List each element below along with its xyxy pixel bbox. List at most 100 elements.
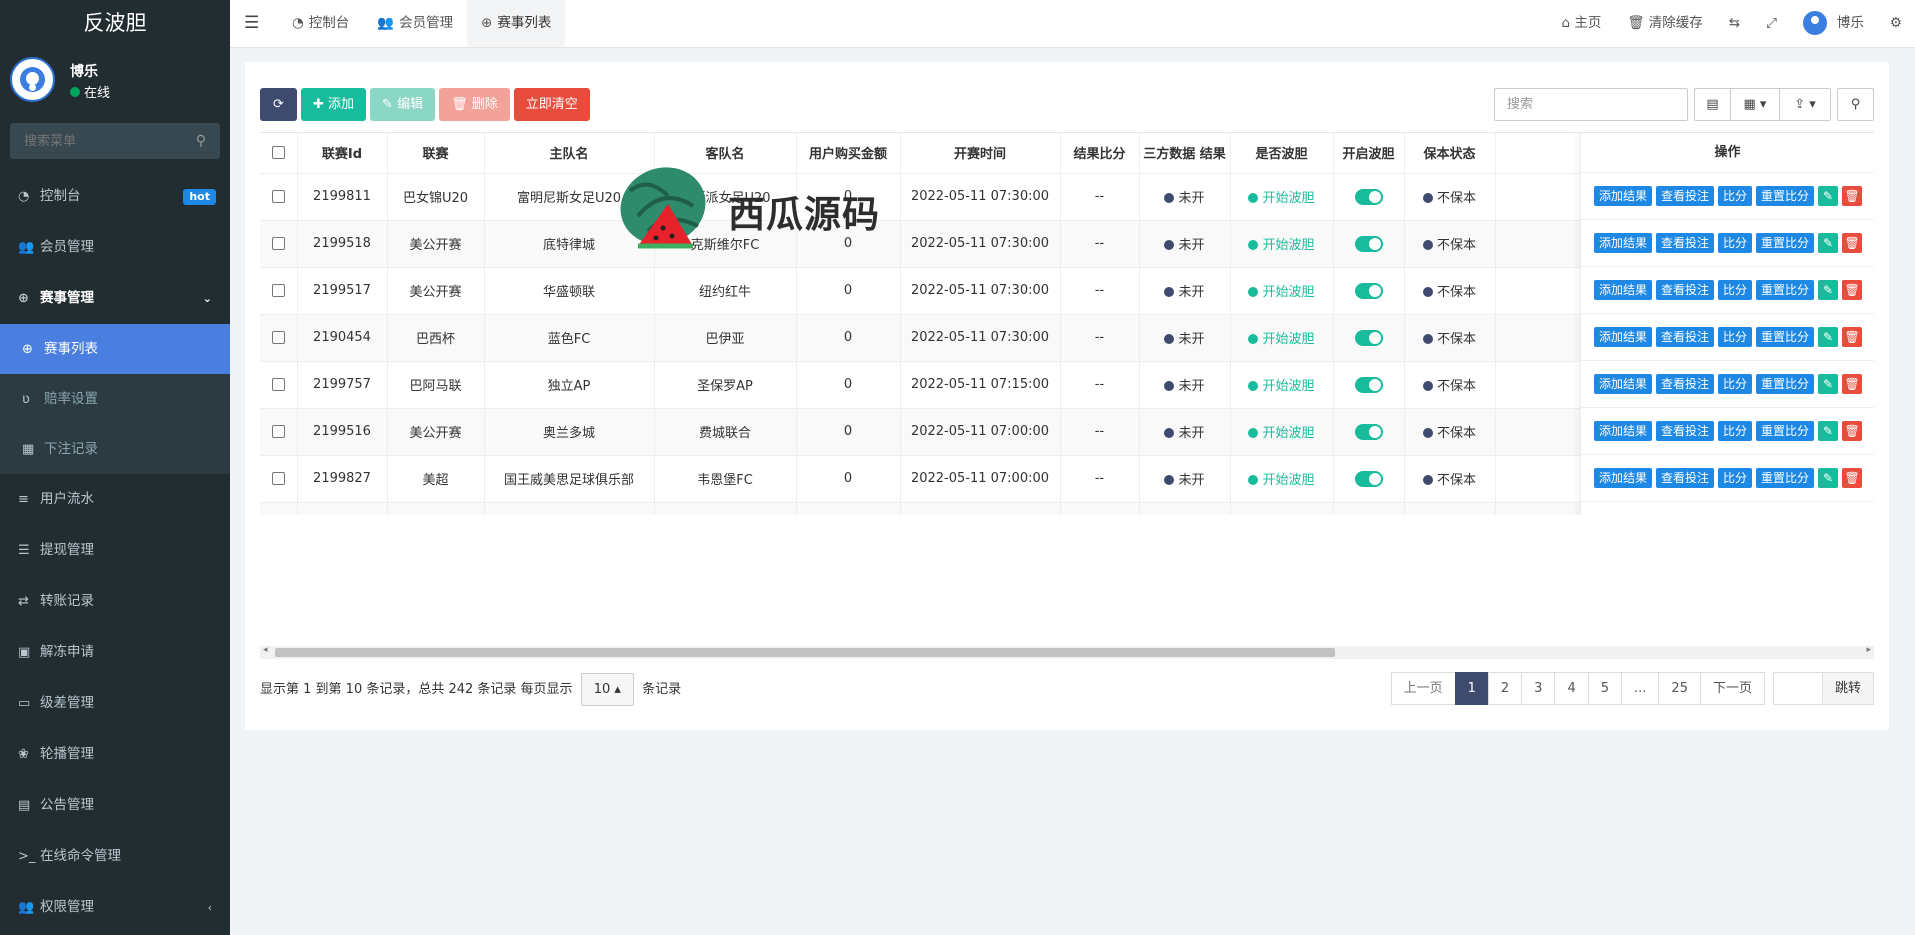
- sidebar-item-10[interactable]: ▭ 级差管理: [0, 678, 230, 729]
- sidebar-item-5[interactable]: ▦ 下注记录: [0, 424, 230, 474]
- edit-row-button[interactable]: ✎: [1818, 327, 1839, 347]
- sidebar-search-input[interactable]: [10, 123, 220, 159]
- op-button-0[interactable]: 添加结果: [1594, 233, 1653, 253]
- op-button-3[interactable]: 重置比分: [1756, 421, 1815, 441]
- column-header[interactable]: 用户购买金额: [796, 133, 901, 174]
- sidebar-item-6[interactable]: ≡ 用户流水: [0, 474, 230, 525]
- delete-row-button[interactable]: 🗑: [1842, 468, 1863, 488]
- column-header[interactable]: 客队名: [654, 133, 797, 174]
- op-button-0[interactable]: 添加结果: [1594, 186, 1653, 206]
- toggle-switch[interactable]: [1354, 470, 1383, 487]
- edit-row-button[interactable]: ✎: [1818, 280, 1839, 300]
- add-button[interactable]: ✚ 添加: [301, 88, 367, 121]
- row-checkbox[interactable]: [271, 190, 285, 203]
- sidebar-item-9[interactable]: ▣ 解冻申请: [0, 627, 230, 678]
- toggle-switch[interactable]: [1354, 188, 1383, 205]
- table-search-input[interactable]: 搜索: [1494, 88, 1688, 121]
- select-all-checkbox[interactable]: [271, 146, 285, 160]
- sidebar-item-1[interactable]: 👥 会员管理: [0, 222, 230, 273]
- tab-0[interactable]: ◔ 控制台: [278, 0, 363, 47]
- fullscreen-icon[interactable]: ⤢: [1753, 0, 1790, 47]
- sidebar-item-0[interactable]: ◔ 控制台 hot: [0, 171, 230, 222]
- app-logo[interactable]: 反波胆: [0, 0, 230, 47]
- row-checkbox-cell[interactable]: [260, 267, 298, 315]
- row-checkbox[interactable]: [271, 378, 285, 391]
- op-button-0[interactable]: 添加结果: [1594, 280, 1653, 300]
- scrollbar-thumb[interactable]: [275, 648, 1335, 657]
- tab-1[interactable]: 👥 会员管理: [363, 0, 467, 47]
- refresh-button[interactable]: ⟳: [260, 88, 297, 121]
- row-checkbox[interactable]: [271, 237, 285, 250]
- op-button-1[interactable]: 查看投注: [1656, 421, 1715, 441]
- page-button[interactable]: 3: [1521, 672, 1556, 705]
- edit-row-button[interactable]: ✎: [1818, 233, 1839, 253]
- op-button-2[interactable]: 比分: [1718, 186, 1753, 206]
- row-checkbox-cell[interactable]: [260, 220, 298, 268]
- op-button-1[interactable]: 查看投注: [1656, 233, 1715, 253]
- search-button[interactable]: ⚲: [1837, 88, 1874, 121]
- edit-row-button[interactable]: ✎: [1818, 186, 1839, 206]
- op-button-3[interactable]: 重置比分: [1756, 374, 1815, 394]
- toggle-switch[interactable]: [1354, 329, 1383, 346]
- row-checkbox[interactable]: [271, 472, 285, 485]
- op-button-3[interactable]: 重置比分: [1756, 280, 1815, 300]
- column-header[interactable]: 开启波胆: [1333, 133, 1405, 174]
- row-checkbox-cell[interactable]: [260, 455, 298, 503]
- column-header[interactable]: 联赛: [387, 133, 485, 174]
- toggle-view-button[interactable]: ▤: [1694, 88, 1731, 121]
- columns-button[interactable]: ▦ ▾: [1730, 88, 1780, 121]
- op-button-3[interactable]: 重置比分: [1756, 327, 1815, 347]
- column-header[interactable]: 开赛时间: [900, 133, 1061, 174]
- op-button-2[interactable]: 比分: [1718, 421, 1753, 441]
- sidebar-item-8[interactable]: ⇄ 转账记录: [0, 576, 230, 627]
- sidebar-item-7[interactable]: ☰ 提现管理: [0, 525, 230, 576]
- sidebar-item-12[interactable]: ▤ 公告管理: [0, 780, 230, 831]
- page-size-select[interactable]: 10 ▴: [580, 673, 634, 706]
- sidebar-item-2[interactable]: ⊕ 赛事管理 ⌄: [0, 273, 230, 324]
- delete-row-button[interactable]: 🗑: [1842, 327, 1863, 347]
- row-checkbox[interactable]: [271, 425, 285, 438]
- row-checkbox-cell[interactable]: [260, 408, 298, 456]
- page-button[interactable]: 4: [1554, 672, 1589, 705]
- tab-2[interactable]: ⊕ 赛事列表: [467, 0, 566, 47]
- row-checkbox-cell[interactable]: [260, 502, 298, 515]
- horizontal-scrollbar[interactable]: ◂ ▸: [260, 645, 1874, 659]
- op-button-0[interactable]: 添加结果: [1594, 421, 1653, 441]
- op-button-0[interactable]: 添加结果: [1594, 468, 1653, 488]
- row-checkbox[interactable]: [271, 331, 285, 344]
- export-button[interactable]: ⇪ ▾: [1779, 88, 1831, 121]
- column-header[interactable]: 保本状态: [1404, 133, 1496, 174]
- toggle-switch[interactable]: [1354, 235, 1383, 252]
- column-header[interactable]: 三方数据 结果: [1139, 133, 1231, 174]
- column-header[interactable]: 联赛Id: [297, 133, 388, 174]
- page-button[interactable]: 5: [1587, 672, 1623, 705]
- sidebar-item-3[interactable]: ⊕ 赛事列表: [0, 324, 230, 374]
- page-button[interactable]: ...: [1621, 672, 1660, 705]
- delete-row-button[interactable]: 🗑: [1842, 186, 1863, 206]
- column-header[interactable]: 结果比分: [1060, 133, 1140, 174]
- edit-row-button[interactable]: ✎: [1818, 374, 1839, 394]
- jump-page-input[interactable]: [1772, 672, 1823, 705]
- gears-icon[interactable]: ⚙: [1877, 0, 1915, 47]
- select-all-checkbox-cell[interactable]: [260, 133, 298, 174]
- search-icon[interactable]: ⚲: [196, 133, 206, 149]
- op-button-2[interactable]: 比分: [1718, 233, 1753, 253]
- op-button-1[interactable]: 查看投注: [1656, 327, 1715, 347]
- hamburger-icon[interactable]: ☰: [244, 13, 259, 33]
- delete-row-button[interactable]: 🗑: [1842, 374, 1863, 394]
- edit-row-button[interactable]: ✎: [1818, 421, 1839, 441]
- delete-row-button[interactable]: 🗑: [1842, 280, 1863, 300]
- top-user[interactable]: 博乐: [1790, 0, 1877, 47]
- page-button[interactable]: 25: [1658, 672, 1701, 705]
- op-button-1[interactable]: 查看投注: [1656, 374, 1715, 394]
- op-button-2[interactable]: 比分: [1718, 280, 1753, 300]
- op-button-3[interactable]: 重置比分: [1756, 233, 1815, 253]
- toggle-switch[interactable]: [1354, 423, 1383, 440]
- scroll-right-icon[interactable]: ▸: [1866, 645, 1871, 655]
- column-header[interactable]: 是否波胆: [1230, 133, 1334, 174]
- delete-row-button[interactable]: 🗑: [1842, 233, 1863, 253]
- sidebar-item-11[interactable]: ❀ 轮播管理: [0, 729, 230, 780]
- op-button-3[interactable]: 重置比分: [1756, 468, 1815, 488]
- op-button-0[interactable]: 添加结果: [1594, 374, 1653, 394]
- row-checkbox-cell[interactable]: [260, 173, 298, 221]
